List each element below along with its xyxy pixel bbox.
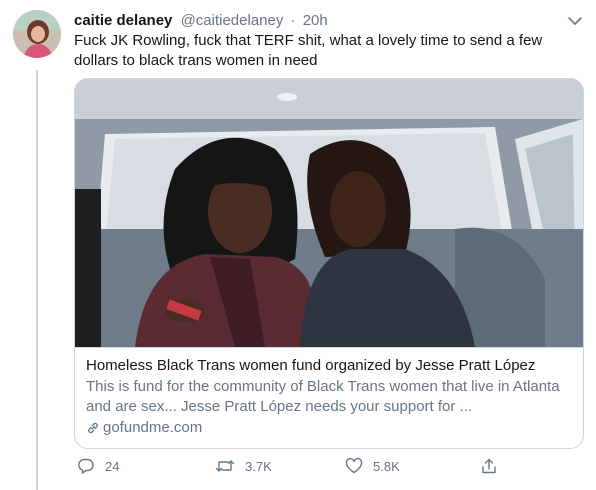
- reply-icon: [78, 458, 94, 474]
- card-body[interactable]: Homeless Black Trans women fund organize…: [75, 347, 583, 448]
- display-name[interactable]: caitie delaney: [74, 12, 172, 29]
- retweet-button[interactable]: 3.7K: [215, 455, 272, 477]
- avatar[interactable]: [13, 10, 61, 58]
- retweet-count: 3.7K: [245, 458, 272, 474]
- separator-dot: ·: [290, 12, 296, 29]
- like-button[interactable]: 5.8K: [345, 455, 400, 477]
- link-icon: [88, 422, 98, 434]
- share-icon: [482, 458, 496, 474]
- card-image[interactable]: [75, 79, 583, 347]
- tweet-header: caitie delaney @caitiedelaney · 20h: [74, 11, 572, 31]
- link-card[interactable]: Homeless Black Trans women fund organize…: [74, 78, 584, 449]
- heart-icon: [345, 457, 363, 474]
- card-title: Homeless Black Trans women fund organize…: [86, 357, 536, 374]
- chevron-down-icon[interactable]: [566, 12, 584, 30]
- user-handle[interactable]: @caitiedelaney: [181, 12, 284, 29]
- card-domain-text: gofundme.com: [103, 419, 203, 436]
- card-domain: gofundme.com: [86, 418, 573, 438]
- share-button[interactable]: [480, 455, 508, 477]
- timestamp[interactable]: 20h: [303, 12, 328, 29]
- thread-line: [36, 70, 38, 490]
- retweet-icon: [215, 460, 235, 472]
- tweet-actions: 24 3.7K 5.8K: [74, 455, 544, 477]
- reply-button[interactable]: 24: [77, 455, 119, 477]
- card-description: This is fund for the community of Black …: [86, 378, 560, 415]
- like-count: 5.8K: [373, 458, 400, 474]
- tweet-text: Fuck JK Rowling, fuck that TERF shit, wh…: [74, 32, 543, 69]
- reply-count: 24: [105, 458, 120, 474]
- avatar-image: [13, 10, 61, 58]
